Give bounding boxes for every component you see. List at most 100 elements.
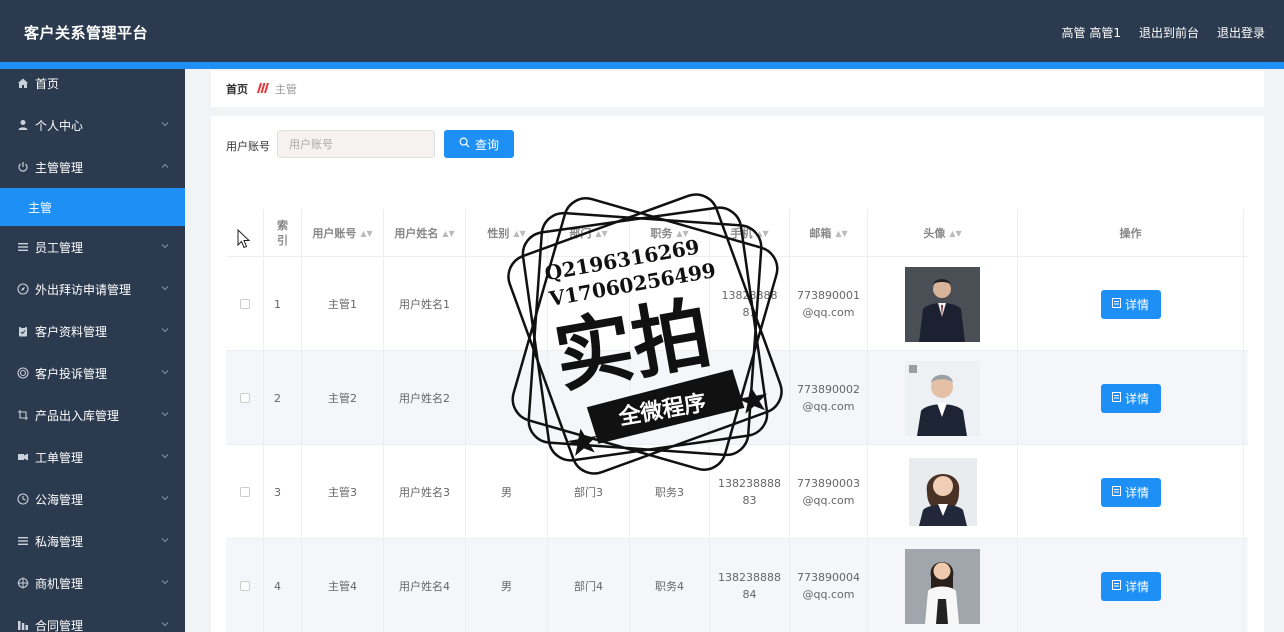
row-checkbox[interactable] [239,299,250,309]
user-icon [17,119,29,131]
chevron-up-icon [161,162,169,170]
sidebar-item-label: 工单管理 [35,450,84,465]
document-icon [1111,297,1121,311]
sidebar-item-contracts[interactable]: 合同管理 [0,606,185,632]
sidebar-item-supervisor-management[interactable]: 主管管理 [0,148,185,186]
sidebar-item-private-pool[interactable]: 私海管理 [0,522,185,560]
cell-gender: 男 [466,445,548,539]
search-input[interactable] [277,130,435,158]
sidebar-item-visit-application[interactable]: 外出拜访申请管理 [0,270,185,308]
breadcrumb-home[interactable]: 首页 [226,81,248,97]
cell-actions: 详情 [1018,539,1244,632]
cell-email: 773890004 @qq.com [790,539,868,632]
sort-icon: ▲▼ [360,228,373,238]
cell-account: 主管3 [302,445,384,539]
list-icon [17,535,29,547]
mouse-cursor-icon [237,228,251,252]
chevron-down-icon [161,284,169,292]
cell-phone [710,351,790,445]
column-gender[interactable]: 性别 ▲▼ [466,209,548,257]
column-label: 职务 [650,227,673,240]
cell-gender [466,351,548,445]
sidebar-item-label: 合同管理 [35,618,84,632]
bar-chart-icon [17,619,29,631]
column-label: 头像 [923,227,946,240]
chevron-down-icon [161,536,169,544]
column-name[interactable]: 用户姓名 ▲▼ [384,209,466,257]
cell-dept: 部门4 [548,539,630,632]
column-label: 手机 [730,227,753,240]
table-row: 1 主管1 用户姓名1 13823888 81 773890001 @qq.com … [226,257,1248,351]
chevron-down-icon [161,242,169,250]
app-title: 客户关系管理平台 [24,24,149,42]
row-checkbox-cell [226,257,264,351]
cell-account: 主管2 [302,351,384,445]
column-account[interactable]: 用户账号 ▲▼ [302,209,384,257]
column-dept[interactable]: 部门 ▲▼ [548,209,630,257]
sidebar-item-label: 主管管理 [35,160,84,175]
sidebar-scrollbar[interactable] [185,69,189,632]
list-icon [17,241,29,253]
table-row: 2 主管2 用户姓名2 773890002 @qq.com 详情 [226,351,1248,445]
search-button[interactable]: 查询 [444,130,514,158]
avatar[interactable] [905,360,980,436]
power-icon [17,161,29,173]
cell-name: 用户姓名1 [384,257,466,351]
sidebar-item-supervisor[interactable]: 主管 [0,188,185,226]
sidebar-item-complaints[interactable]: 客户投诉管理 [0,354,185,392]
sidebar-item-employee-management[interactable]: 员工管理 [0,228,185,266]
phone-line: 138238888 [718,571,781,584]
email-line: 773890002 [797,383,860,396]
row-checkbox[interactable] [239,487,250,497]
chevron-down-icon [161,410,169,418]
sidebar-item-label: 客户投诉管理 [35,366,108,381]
cell-email: 773890001 @qq.com [790,257,868,351]
cell-account: 主管1 [302,257,384,351]
avatar[interactable] [905,548,980,624]
column-avatar[interactable]: 头像 ▲▼ [868,209,1018,257]
email-line: 773890004 [797,571,860,584]
cell-index: 3 [264,445,302,539]
row-checkbox[interactable] [239,393,250,403]
avatar[interactable] [905,266,980,342]
detail-button[interactable]: 详情 [1100,477,1161,507]
sidebar-item-label: 产品出入库管理 [35,408,120,423]
column-phone[interactable]: 手机 ▲▼ [710,209,790,257]
sort-icon: ▲▼ [513,228,526,238]
clipboard-icon [17,325,29,337]
chevron-down-icon [161,578,169,586]
detail-button[interactable]: 详情 [1100,383,1161,413]
sidebar-item-customer-info[interactable]: 客户资料管理 [0,312,185,350]
sort-icon: ▲▼ [676,228,689,238]
column-label: 用户账号 [312,227,357,240]
logout-link[interactable]: 退出登录 [1217,24,1265,41]
detail-button-label: 详情 [1124,297,1149,312]
search-button-label: 查询 [474,137,499,152]
column-title[interactable]: 职务 ▲▼ [630,209,710,257]
detail-button[interactable]: 详情 [1100,289,1161,319]
detail-button[interactable]: 详情 [1100,571,1161,601]
column-email[interactable]: 邮箱 ▲▼ [790,209,868,257]
sidebar-item-label: 个人中心 [35,118,84,133]
chevron-down-icon [161,326,169,334]
row-checkbox[interactable] [239,581,250,591]
avatar[interactable] [908,458,977,526]
cell-avatar [868,539,1018,632]
sidebar-item-public-pool[interactable]: 公海管理 [0,480,185,518]
sidebar-item-profile[interactable]: 个人中心 [0,106,185,144]
chevron-down-icon [161,494,169,502]
sidebar-item-opportunities[interactable]: 商机管理 [0,564,185,602]
sidebar-item-home[interactable]: 首页 [0,69,185,102]
sidebar-item-label: 商机管理 [35,576,84,591]
cell-phone: 138238888 83 [710,445,790,539]
cell-index: 2 [264,351,302,445]
sidebar-item-inventory[interactable]: 产品出入库管理 [0,396,185,434]
email-line: @qq.com [802,306,855,319]
breadcrumb: 首页 主管 [211,71,1264,107]
sidebar-item-work-orders[interactable]: 工单管理 [0,438,185,476]
back-to-front-link[interactable]: 退出到前台 [1139,24,1199,41]
clock-icon [17,493,29,505]
document-icon [1111,485,1121,499]
cell-dept: 部门3 [548,445,630,539]
detail-button-label: 详情 [1124,485,1149,500]
